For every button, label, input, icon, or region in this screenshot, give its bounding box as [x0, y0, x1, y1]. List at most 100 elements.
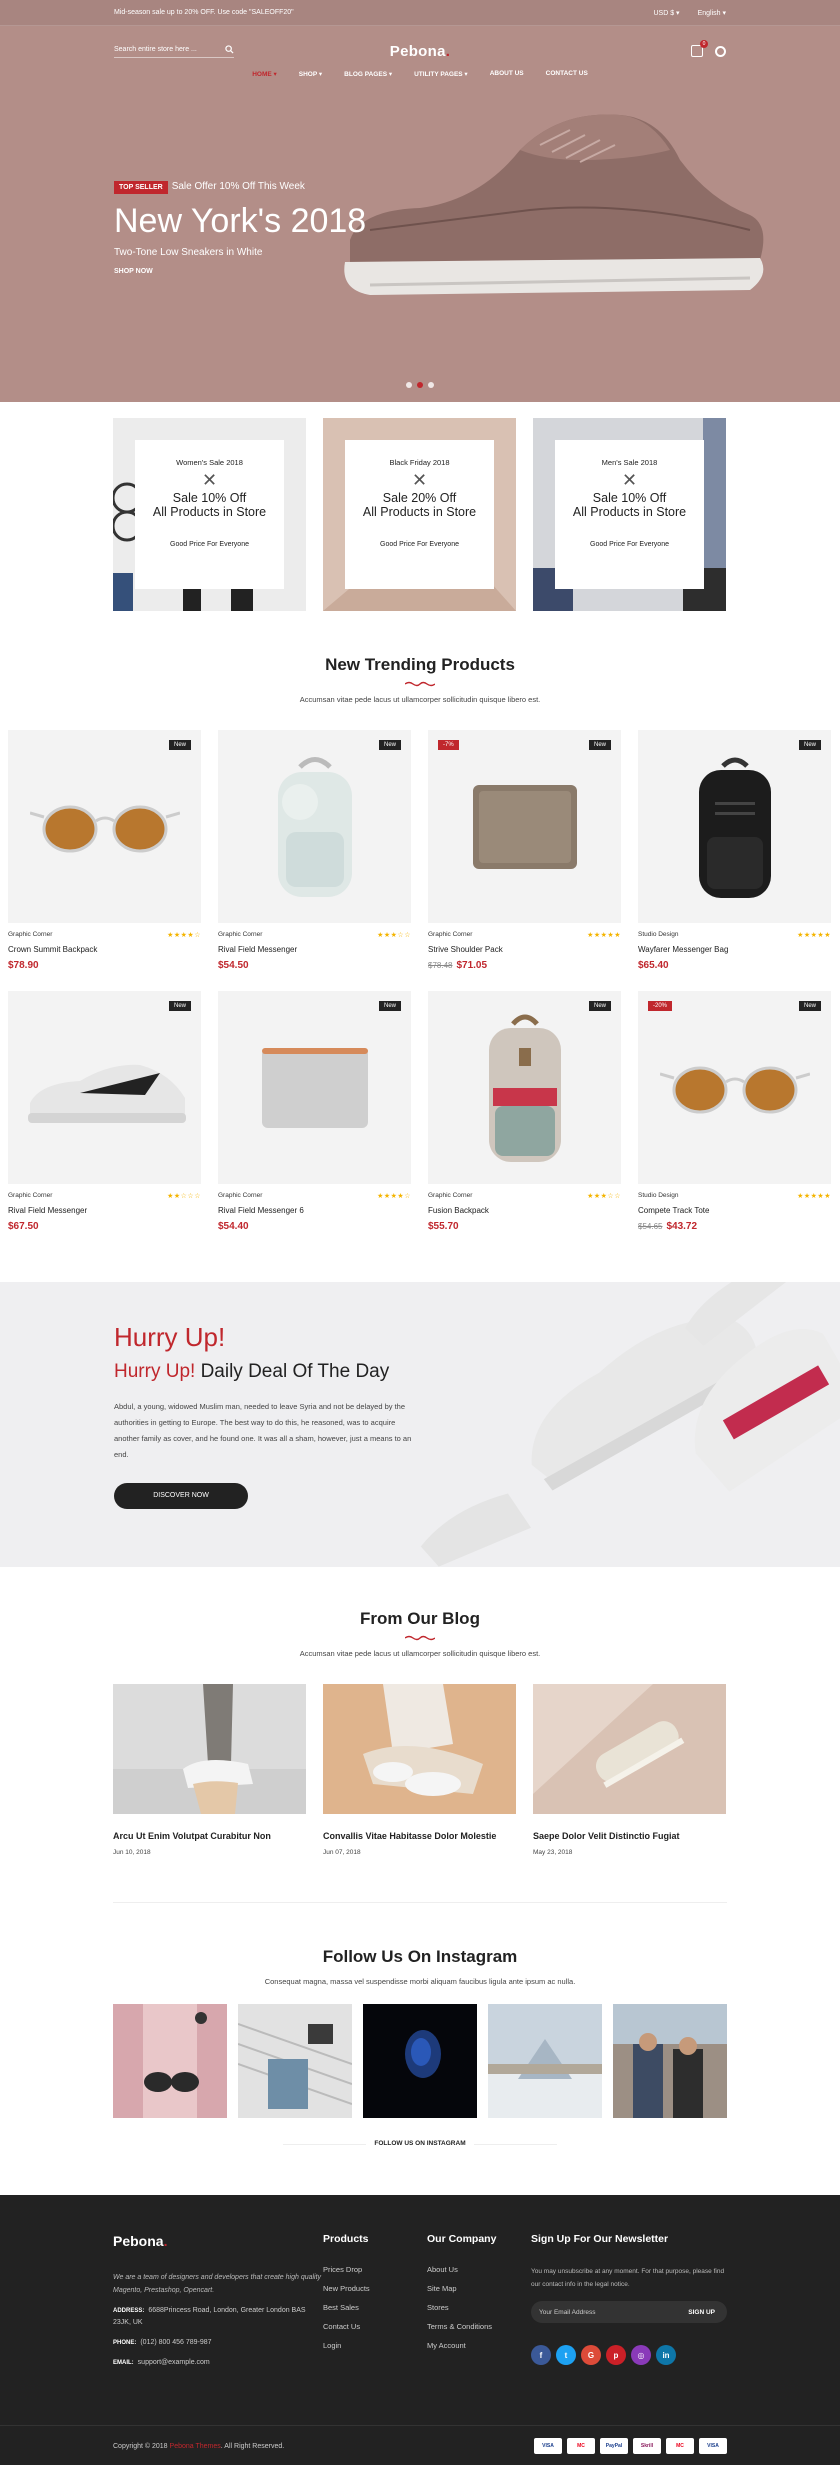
site-logo[interactable]: Pebona. — [390, 43, 450, 60]
footer-link[interactable]: My Account — [427, 2341, 531, 2350]
discover-now-button[interactable]: DISCOVER NOW — [114, 1483, 248, 1509]
search-input[interactable]: Search entire store here ... — [114, 44, 234, 58]
blog-card[interactable]: Arcu Ut Enim Volutpat Curabitur Non Jun … — [113, 1684, 306, 1856]
promo-text: Mid-season sale up to 20% OFF. Use code … — [114, 9, 294, 16]
product-price: $65.40 — [638, 960, 669, 971]
visa-icon: VISA — [534, 2438, 562, 2454]
banner-black-friday[interactable]: Black Friday 2018 ✕ Sale 20% Off All Pro… — [323, 418, 516, 611]
product-card[interactable]: New Graphic Corner ★★☆☆☆ Rival Field Mess… — [8, 991, 201, 1232]
deal-sneakers-image — [420, 1282, 840, 1567]
product-price: $54.40 — [218, 1221, 249, 1232]
blog-post-title[interactable]: Arcu Ut Enim Volutpat Curabitur Non — [113, 1831, 306, 1841]
rating-stars: ★★★★★ — [587, 932, 621, 939]
twitter-icon[interactable]: t — [556, 2345, 576, 2365]
hero-title: New York's 2018 — [114, 202, 367, 240]
product-price: $78.90 — [8, 960, 39, 971]
instagram-photo[interactable] — [113, 2004, 227, 2118]
blog-card[interactable]: Saepe Dolor Velit Distinctio Fugiat May … — [533, 1684, 726, 1856]
slider-dot[interactable] — [406, 382, 412, 388]
top-seller-badge: TOP SELLER — [114, 181, 168, 194]
instagram-icon[interactable]: ◎ — [631, 2345, 651, 2365]
footer-link[interactable]: Login — [323, 2341, 427, 2350]
close-icon: ✕ — [201, 470, 218, 490]
footer-link[interactable]: Best Sales — [323, 2303, 427, 2312]
product-name[interactable]: Rival Field Messenger — [218, 945, 411, 954]
product-card[interactable]: New Graphic Corner ★★★★☆ Crown Summit Bac… — [8, 730, 201, 971]
footer-link[interactable]: Site Map — [427, 2284, 531, 2293]
banner-womens-sale[interactable]: Women's Sale 2018 ✕ Sale 10% Off All Pro… — [113, 418, 306, 611]
slider-dots — [406, 382, 434, 388]
sign-up-button[interactable]: SIGN UP — [688, 2309, 715, 2316]
product-price: $43.72 — [666, 1221, 698, 1232]
blog-post-date: Jun 10, 2018 — [113, 1849, 151, 1856]
product-card[interactable]: New Graphic Corner ★★★☆☆ Rival Field Mess… — [218, 730, 411, 971]
old-price: $54.65 — [638, 1222, 663, 1231]
settings-icon[interactable] — [715, 45, 726, 57]
rating-stars: ★★☆☆☆ — [167, 1193, 201, 1200]
blog-image[interactable] — [323, 1684, 516, 1814]
product-name[interactable]: Fusion Backpack — [428, 1206, 621, 1215]
product-image[interactable]: New — [8, 991, 201, 1184]
product-card[interactable]: -20% New Studio Design ★★★★★ Compete Trac… — [638, 991, 831, 1232]
blog-image[interactable] — [533, 1684, 726, 1814]
pinterest-icon[interactable]: p — [606, 2345, 626, 2365]
footer-link[interactable]: Contact Us — [323, 2322, 427, 2331]
product-image[interactable]: New — [218, 991, 411, 1184]
product-name[interactable]: Wayfarer Messenger Bag — [638, 945, 831, 954]
search-icon[interactable] — [225, 44, 234, 54]
product-name[interactable]: Rival Field Messenger — [8, 1206, 201, 1215]
product-image[interactable]: New — [428, 991, 621, 1184]
footer-link[interactable]: New Products — [323, 2284, 427, 2293]
product-image[interactable]: -20% New — [638, 991, 831, 1184]
newsletter-email-field[interactable]: Your Email Address SIGN UP — [531, 2301, 727, 2323]
blog-image[interactable] — [113, 1684, 306, 1814]
product-card[interactable]: New Graphic Corner ★★★★☆ Rival Field Mess… — [218, 991, 411, 1232]
product-card[interactable]: New Graphic Corner ★★★☆☆ Fusion Backpack … — [428, 991, 621, 1232]
site-footer: Pebona. We are a team of designers and d… — [0, 2195, 840, 2465]
new-badge: New — [798, 740, 821, 750]
blog-post-title[interactable]: Saepe Dolor Velit Distinctio Fugiat — [533, 1831, 726, 1841]
product-card[interactable]: -7% New Graphic Corner ★★★★★ Strive Shoul… — [428, 730, 621, 971]
cart-icon[interactable]: 0 — [691, 40, 708, 57]
linkedin-icon[interactable]: in — [656, 2345, 676, 2365]
language-select[interactable]: English ▾ — [698, 9, 726, 17]
product-card[interactable]: New Studio Design ★★★★★ Wayfarer Messenge… — [638, 730, 831, 971]
rating-stars: ★★★★☆ — [167, 932, 201, 939]
footer-logo[interactable]: Pebona. — [113, 2233, 323, 2249]
product-name[interactable]: Compete Track Tote — [638, 1206, 831, 1215]
product-image[interactable]: New — [218, 730, 411, 923]
product-image[interactable]: New — [638, 730, 831, 923]
slider-dot[interactable] — [428, 382, 434, 388]
footer-link[interactable]: Terms & Conditions — [427, 2322, 531, 2331]
banner-card: Women's Sale 2018 ✕ Sale 10% Off All Pro… — [135, 440, 284, 589]
product-image[interactable]: New — [8, 730, 201, 923]
product-name[interactable]: Crown Summit Backpack — [8, 945, 201, 954]
footer-link[interactable]: Stores — [427, 2303, 531, 2312]
site-header: Search entire store here ... Pebona. 0 — [0, 26, 840, 76]
instagram-photo[interactable] — [613, 2004, 727, 2118]
slider-dot-active[interactable] — [417, 382, 423, 388]
instagram-photo[interactable] — [363, 2004, 477, 2118]
follow-instagram-link[interactable]: FOLLOW US ON INSTAGRAM — [113, 2140, 727, 2147]
product-image[interactable]: -7% New — [428, 730, 621, 923]
google-plus-icon[interactable]: G — [581, 2345, 601, 2365]
instagram-photo[interactable] — [488, 2004, 602, 2118]
rating-stars: ★★★☆☆ — [377, 932, 411, 939]
banner-mens-sale[interactable]: Men's Sale 2018 ✕ Sale 10% Off All Produ… — [533, 418, 726, 611]
blog-card[interactable]: Convallis Vitae Habitasse Dolor Molestie… — [323, 1684, 516, 1856]
footer-about: We are a team of designers and developer… — [113, 2274, 322, 2294]
product-name[interactable]: Strive Shoulder Pack — [428, 945, 621, 954]
hero-subtitle: Two-Tone Low Sneakers in White — [114, 247, 263, 258]
footer-link[interactable]: About Us — [427, 2265, 531, 2274]
footer-link[interactable]: Prices Drop — [323, 2265, 427, 2274]
shop-now-link[interactable]: SHOP NOW — [114, 268, 366, 275]
deal-text: Abdul, a young, widowed Muslim man, need… — [114, 1402, 412, 1459]
product-name[interactable]: Rival Field Messenger 6 — [218, 1206, 411, 1215]
skrill-icon: Skrill — [633, 2438, 661, 2454]
currency-select[interactable]: USD $ ▾ — [653, 9, 679, 17]
blog-post-title[interactable]: Convallis Vitae Habitasse Dolor Molestie — [323, 1831, 516, 1841]
new-badge: New — [168, 740, 191, 750]
facebook-icon[interactable]: f — [531, 2345, 551, 2365]
instagram-photo[interactable] — [238, 2004, 352, 2118]
blog-desc: Accumsan vitae pede lacus ut ullamcorper… — [299, 1649, 541, 1658]
